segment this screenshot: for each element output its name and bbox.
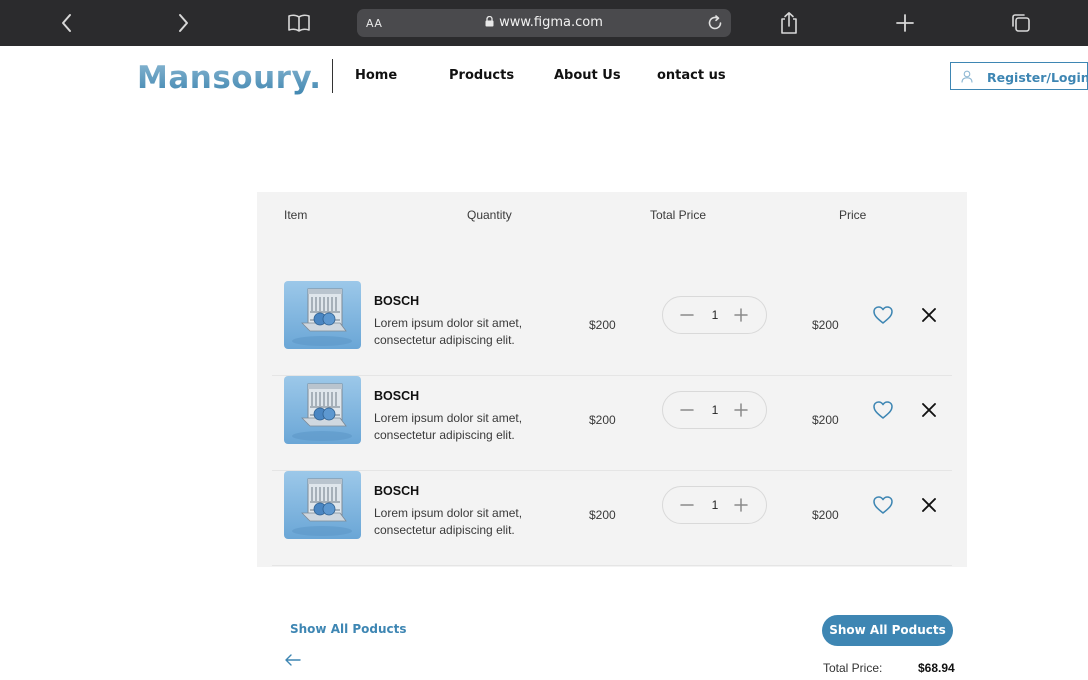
new-tab-icon[interactable]: [893, 11, 917, 35]
nav-contact-us[interactable]: ontact us: [657, 68, 726, 83]
total-price-value: $68.94: [918, 661, 955, 675]
cart-row: BOSCH Lorem ipsum dolor sit amet, consec…: [272, 281, 952, 376]
register-login-label: Register/Login: [987, 70, 1088, 85]
quantity-value[interactable]: 1: [707, 498, 723, 512]
plus-icon[interactable]: [732, 306, 750, 324]
product-image[interactable]: [284, 376, 361, 444]
column-header-item: Item: [284, 208, 308, 222]
quantity-value[interactable]: 1: [707, 403, 723, 417]
minus-icon[interactable]: [678, 401, 696, 419]
close-icon[interactable]: [920, 496, 938, 514]
close-icon[interactable]: [920, 401, 938, 419]
product-name: BOSCH: [374, 389, 420, 403]
heart-icon[interactable]: [872, 494, 894, 516]
column-header-price: Price: [839, 208, 867, 222]
forward-chevron-icon[interactable]: [171, 11, 195, 35]
product-description: Lorem ipsum dolor sit amet, consectetur …: [374, 411, 523, 442]
close-icon[interactable]: [920, 306, 938, 324]
show-all-products-button[interactable]: Show All Poducts: [822, 615, 953, 646]
heart-icon[interactable]: [872, 304, 894, 326]
user-icon: [961, 70, 973, 88]
tabs-icon[interactable]: [1009, 11, 1033, 35]
heart-icon[interactable]: [872, 399, 894, 421]
arrow-left-icon[interactable]: [283, 651, 303, 669]
nav-products[interactable]: Products: [449, 68, 514, 83]
row-total-price: $200: [812, 318, 839, 332]
row-total-price: $200: [812, 508, 839, 522]
site-logo[interactable]: Mansoury.: [137, 60, 322, 96]
column-header-quantity: Quantity: [467, 208, 512, 222]
lock-icon: [485, 15, 494, 31]
share-icon[interactable]: [777, 11, 801, 35]
cart-row: BOSCH Lorem ipsum dolor sit amet, consec…: [272, 471, 952, 566]
cart-panel: Item Quantity Total Price Price BOSCH Lo…: [257, 192, 967, 567]
url-text: www.figma.com: [499, 15, 603, 30]
nav-about-us[interactable]: About Us: [554, 68, 621, 83]
unit-price: $200: [589, 413, 616, 427]
minus-icon[interactable]: [678, 496, 696, 514]
product-description: Lorem ipsum dolor sit amet, consectetur …: [374, 316, 523, 347]
product-image[interactable]: [284, 281, 361, 349]
product-description: Lorem ipsum dolor sit amet, consectetur …: [374, 506, 523, 537]
unit-price: $200: [589, 508, 616, 522]
back-chevron-icon[interactable]: [55, 11, 79, 35]
nav-home[interactable]: Home: [355, 68, 397, 83]
plus-icon[interactable]: [732, 401, 750, 419]
logo-divider: [332, 59, 333, 93]
url-display: www.figma.com: [357, 15, 731, 31]
reload-icon[interactable]: [706, 14, 724, 32]
product-name: BOSCH: [374, 294, 420, 308]
product-image[interactable]: [284, 471, 361, 539]
register-login-button[interactable]: Register/Login: [950, 62, 1088, 90]
row-total-price: $200: [812, 413, 839, 427]
address-bar[interactable]: AA www.figma.com: [357, 9, 731, 37]
plus-icon[interactable]: [732, 496, 750, 514]
unit-price: $200: [589, 318, 616, 332]
minus-icon[interactable]: [678, 306, 696, 324]
show-all-products-link[interactable]: Show All Poducts: [290, 622, 407, 636]
browser-toolbar: AA www.figma.com: [0, 0, 1088, 46]
cart-row: BOSCH Lorem ipsum dolor sit amet, consec…: [272, 376, 952, 471]
bookmarks-icon[interactable]: [287, 11, 311, 35]
quantity-stepper: 1: [662, 486, 767, 524]
product-name: BOSCH: [374, 484, 420, 498]
column-header-total-price: Total Price: [650, 208, 707, 222]
quantity-stepper: 1: [662, 296, 767, 334]
quantity-value[interactable]: 1: [707, 308, 723, 322]
total-price-label: Total Price:: [823, 661, 883, 675]
quantity-stepper: 1: [662, 391, 767, 429]
